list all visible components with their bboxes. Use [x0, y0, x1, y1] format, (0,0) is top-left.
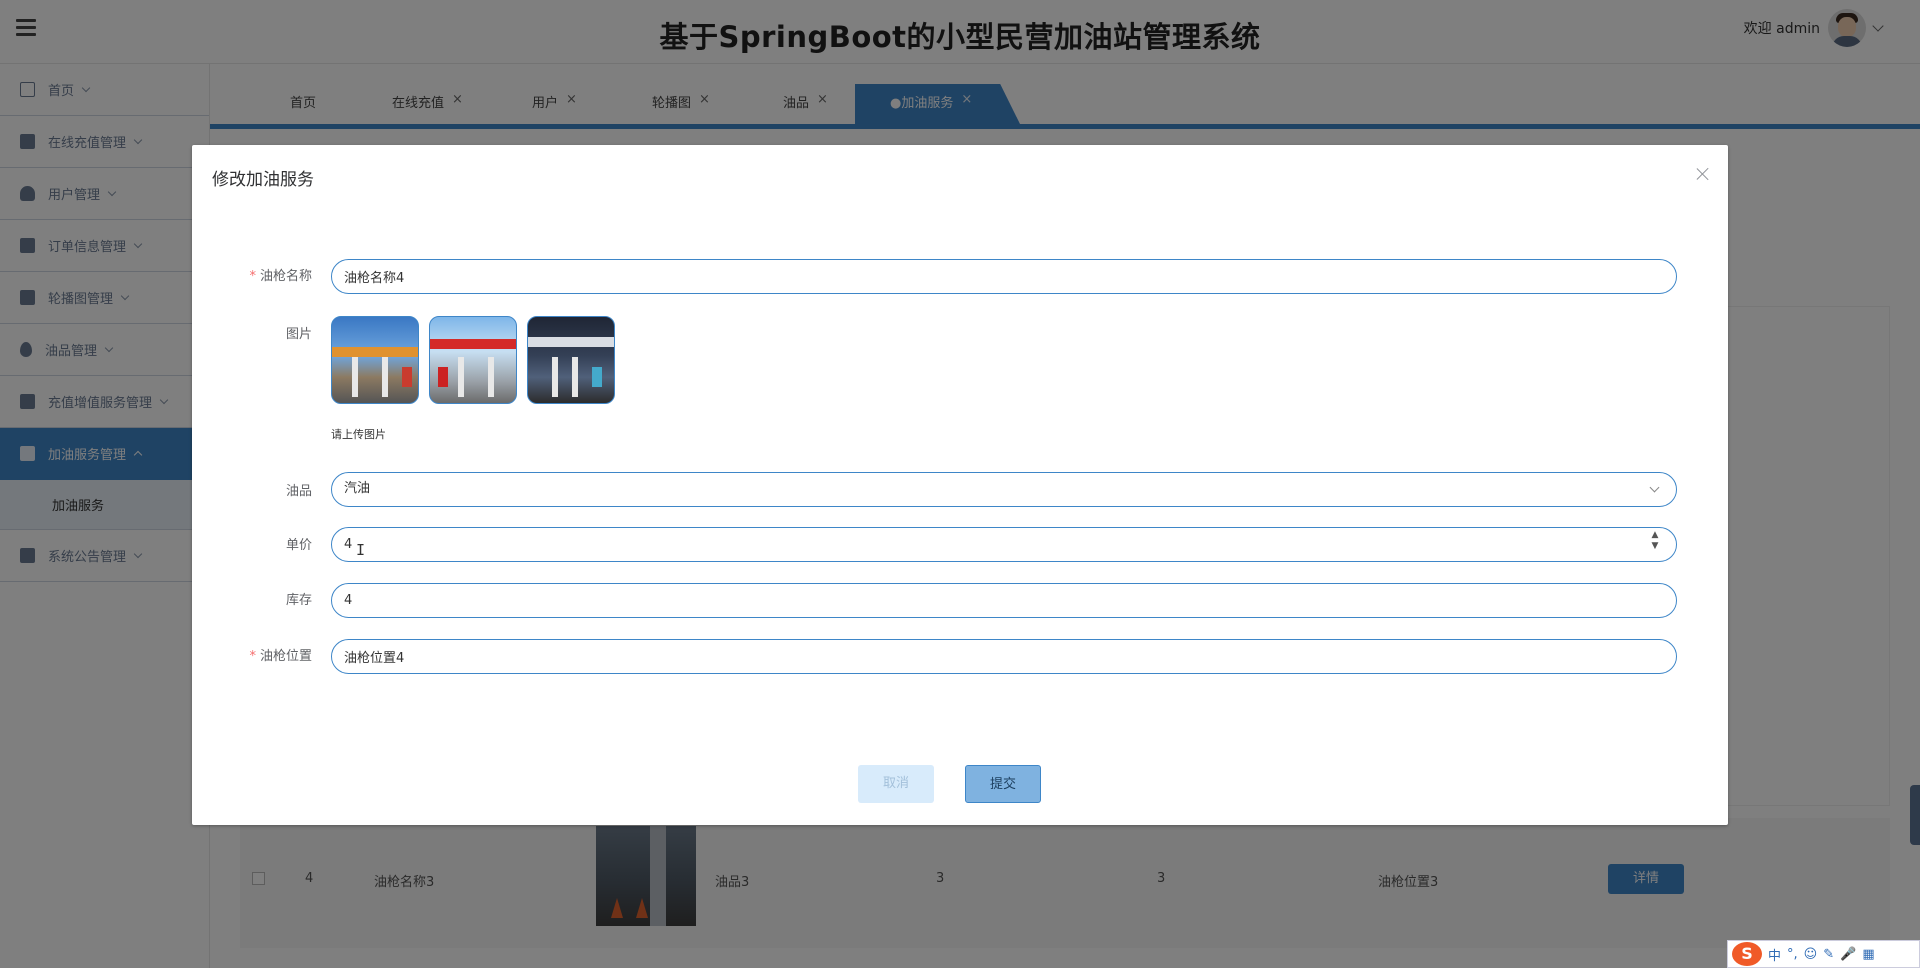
- ime-emoji-icon[interactable]: ☺: [1804, 947, 1818, 962]
- side-panel-handle[interactable]: [1910, 785, 1920, 845]
- field-label-text: 油枪位置: [259, 649, 312, 664]
- gun-name-input[interactable]: [331, 259, 1677, 294]
- dialog-title: 修改加油服务: [212, 170, 314, 190]
- close-icon[interactable]: [1696, 167, 1710, 181]
- uploaded-image-3[interactable]: [527, 316, 615, 404]
- oil-selected-value: 汽油: [344, 481, 371, 496]
- ime-toolbar: S 中 °, ☺ ✎ 🎤 ▦: [1727, 940, 1920, 968]
- submit-button[interactable]: 提交: [965, 765, 1041, 803]
- price-label: 单价: [285, 538, 312, 553]
- uploaded-image-1[interactable]: [331, 316, 419, 404]
- stepper-up-icon[interactable]: ▲: [1649, 531, 1661, 540]
- ime-logo-icon[interactable]: S: [1732, 942, 1762, 966]
- field-label-text: 油枪名称: [259, 269, 312, 284]
- oil-label: 油品: [285, 484, 312, 499]
- required-mark: *: [249, 269, 256, 284]
- stepper-down-icon[interactable]: ▼: [1649, 542, 1661, 551]
- stock-input[interactable]: [331, 583, 1677, 618]
- ime-punctuation-icon[interactable]: °,: [1787, 947, 1798, 962]
- stock-label: 库存: [285, 593, 312, 608]
- cancel-button[interactable]: 取消: [858, 765, 934, 803]
- image-label: 图片: [285, 327, 312, 342]
- upload-tip: 请上传图片: [331, 428, 386, 441]
- ime-voice-icon[interactable]: 🎤: [1840, 947, 1856, 962]
- position-input[interactable]: [331, 639, 1677, 674]
- position-label: * 油枪位置: [192, 645, 312, 664]
- oil-select[interactable]: 汽油: [331, 472, 1677, 507]
- required-mark: *: [249, 649, 256, 664]
- ime-handwrite-icon[interactable]: ✎: [1823, 947, 1834, 962]
- edit-dialog: 修改加油服务 *油枪名称 图片 请上传图片 油品 汽油 单价 ▲ ▼ I 库存 …: [192, 145, 1728, 825]
- uploaded-image-2[interactable]: [429, 316, 517, 404]
- gun-name-label: * 油枪名称: [192, 265, 312, 284]
- price-input[interactable]: [331, 527, 1677, 562]
- ime-language-toggle[interactable]: 中: [1768, 945, 1781, 964]
- ime-toolbox-icon[interactable]: ▦: [1862, 947, 1874, 962]
- text-cursor-icon: I: [356, 541, 366, 559]
